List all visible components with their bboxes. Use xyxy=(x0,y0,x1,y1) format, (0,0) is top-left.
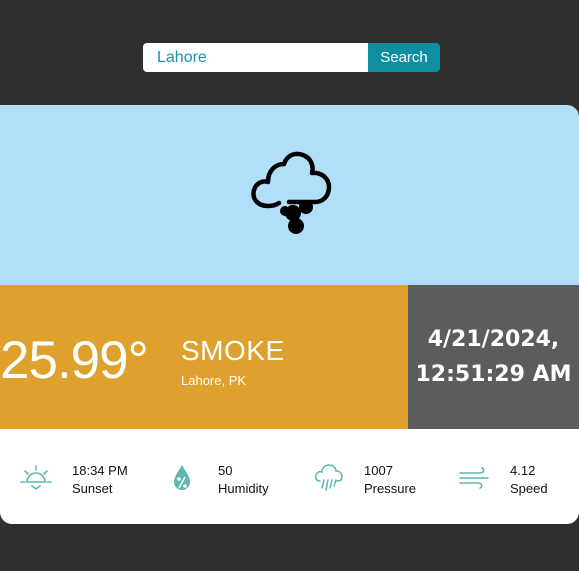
weather-condition: SMOKE xyxy=(181,335,285,366)
wind-icon xyxy=(459,467,489,489)
humidity-icon xyxy=(174,465,190,490)
sunset-value: 18:34 PM xyxy=(72,463,128,478)
sunset-label: Sunset xyxy=(72,481,113,496)
temperature-value: 25.99° xyxy=(0,331,149,390)
weather-icon-panel xyxy=(0,105,579,285)
search-button[interactable]: Search xyxy=(368,43,440,72)
wind-speed-value: 4.12 xyxy=(510,463,536,478)
pressure-icon xyxy=(314,464,343,491)
search-bar: Search xyxy=(143,43,440,72)
sunset-icon xyxy=(20,465,52,490)
wind-speed-label: Speed xyxy=(510,481,548,496)
search-input[interactable] xyxy=(143,43,368,72)
pressure-label: Pressure xyxy=(364,481,417,496)
stats-panel: 18:34 PM Sunset 50 Humidity 1007 Pressur… xyxy=(0,429,579,524)
temperature-panel: 25.99° SMOKE Lahore, PK xyxy=(0,285,408,429)
time-text: 12:51:29 AM xyxy=(415,362,572,387)
date-text: 4/21/2024, xyxy=(427,327,560,352)
smoke-cloud-icon xyxy=(251,151,332,234)
humidity-value: 50 xyxy=(218,463,233,478)
humidity-label: Humidity xyxy=(218,481,269,496)
location-label: Lahore, PK xyxy=(181,373,247,388)
datetime-panel: 4/21/2024, 12:51:29 AM xyxy=(408,285,579,429)
weather-card: 25.99° SMOKE Lahore, PK 4/21/2024, 12:51… xyxy=(0,105,579,524)
pressure-value: 1007 xyxy=(364,463,393,478)
